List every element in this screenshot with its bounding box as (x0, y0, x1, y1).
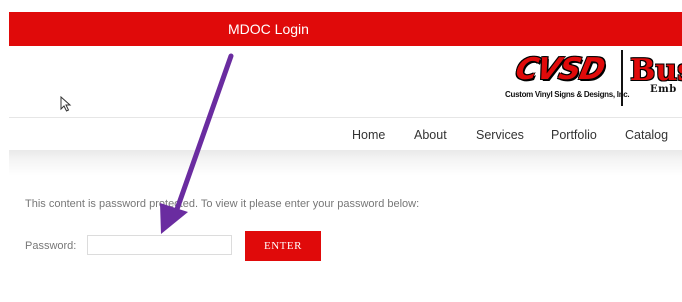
password-input[interactable] (87, 235, 232, 255)
bee-logo-wordmark: Bus (630, 53, 682, 88)
top-bar: MDOC Login (9, 12, 682, 46)
nav-shadow (9, 150, 682, 176)
cvsd-logo-tagline: Custom Vinyl Signs & Designs, Inc. (505, 90, 630, 99)
nav-item-portfolio[interactable]: Portfolio (551, 128, 597, 142)
cvsd-logo-wordmark: CVSD (512, 52, 608, 87)
header-divider (9, 117, 682, 118)
bee-logo[interactable]: Bus Emb (628, 52, 682, 108)
mouse-pointer-icon (60, 96, 72, 112)
enter-button[interactable]: ENTER (245, 231, 321, 261)
bee-logo-subtext: Emb (650, 84, 677, 95)
cvsd-logo[interactable]: CVSD Custom Vinyl Signs & Designs, Inc. (502, 52, 630, 108)
logo-divider (621, 50, 623, 106)
nav-item-home[interactable]: Home (352, 128, 385, 142)
nav-item-about[interactable]: About (414, 128, 447, 142)
mdoc-login-link[interactable]: MDOC Login (228, 21, 309, 37)
password-label: Password: (25, 240, 77, 252)
password-protected-notice: This content is password protected. To v… (25, 198, 420, 210)
nav-item-catalog[interactable]: Catalog (625, 128, 668, 142)
nav-item-services[interactable]: Services (476, 128, 524, 142)
